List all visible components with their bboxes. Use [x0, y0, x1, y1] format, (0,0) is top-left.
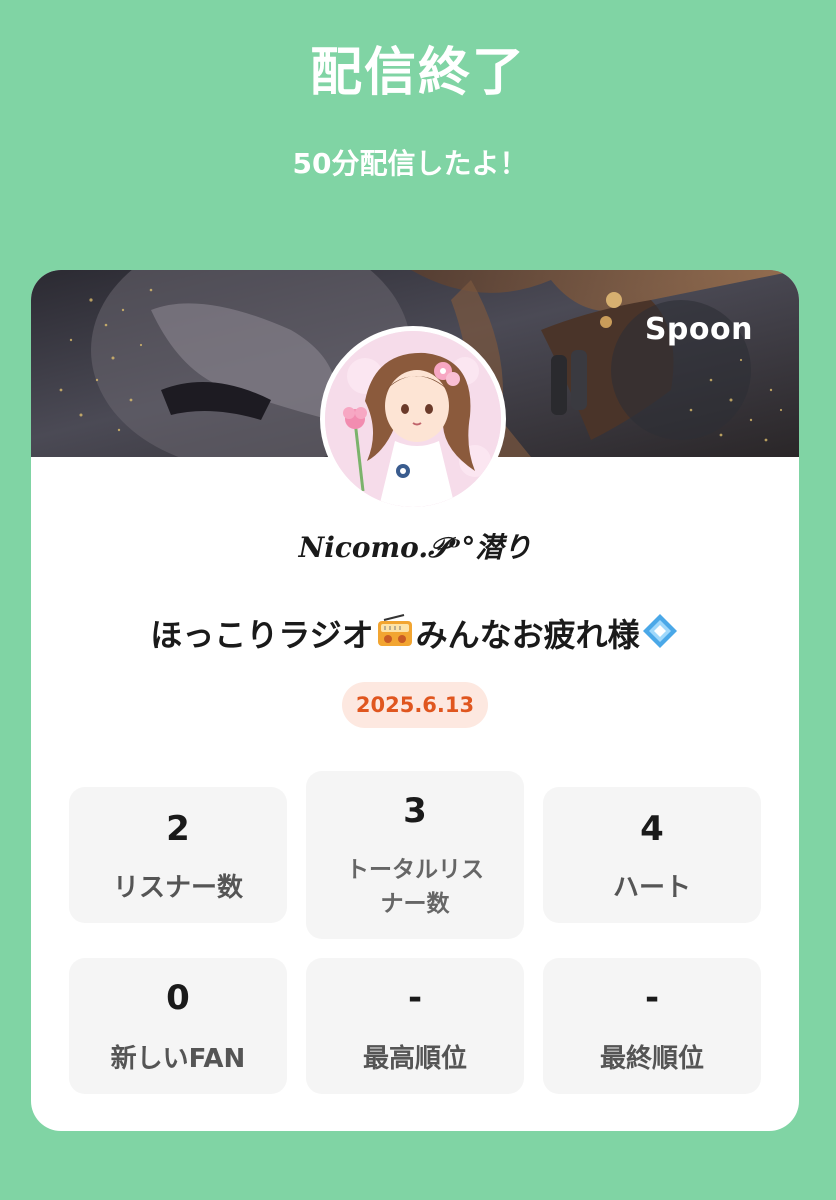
stat-total-listeners-label: トータルリス ナー数	[306, 853, 524, 921]
stat-listeners: 2 リスナー数	[69, 787, 287, 923]
page-title: 配信終了	[309, 43, 526, 103]
stat-best-rank: - 最高順位	[306, 958, 524, 1094]
stat-new-fans: 0 新しいFAN	[69, 958, 287, 1094]
stat-best-rank-value: -	[407, 978, 423, 1018]
stat-listeners-value: 2	[166, 809, 190, 849]
stat-final-rank: - 最終順位	[543, 958, 761, 1094]
diamond-icon	[642, 613, 678, 661]
stat-total-listeners: 3 トータルリス ナー数	[306, 771, 524, 939]
radio-icon	[376, 614, 414, 660]
stat-listeners-label: リスナー数	[112, 873, 243, 903]
stat-new-fans-label: 新しいFAN	[110, 1044, 246, 1074]
broadcast-date-badge: 2025.6.13	[342, 682, 488, 728]
stat-final-rank-label: 最終順位	[599, 1044, 704, 1074]
username[interactable]: Nicomo.𝒫ᵒ°潜り	[31, 528, 799, 568]
stat-new-fans-value: 0	[166, 978, 190, 1018]
stat-hearts: 4 ハート	[543, 787, 761, 923]
stat-hearts-value: 4	[640, 809, 664, 849]
stat-best-rank-label: 最高順位	[362, 1044, 467, 1074]
stat-total-listeners-label-line1: トータルリス	[346, 857, 484, 883]
avatar[interactable]	[320, 326, 506, 512]
broadcast-title-part2: みんなお疲れ様	[415, 616, 640, 654]
broadcast-duration: 50分配信したよ！	[292, 147, 528, 180]
spoon-logo: Spoon	[644, 312, 753, 347]
broadcast-title-part1: ほっこりラジオ	[150, 616, 374, 654]
stat-hearts-label: ハート	[612, 873, 691, 903]
stat-final-rank-value: -	[644, 978, 660, 1018]
stat-total-listeners-label-line2: ナー数	[380, 891, 450, 917]
broadcast-title: ほっこりラジオ みんなお疲れ様	[31, 612, 799, 661]
stat-total-listeners-value: 3	[403, 791, 427, 831]
broadcast-summary-card: Spoon Nicomo.𝒫ᵒ°潜り ほっこりラジオ みんなお疲れ様 2025.…	[31, 270, 799, 1131]
